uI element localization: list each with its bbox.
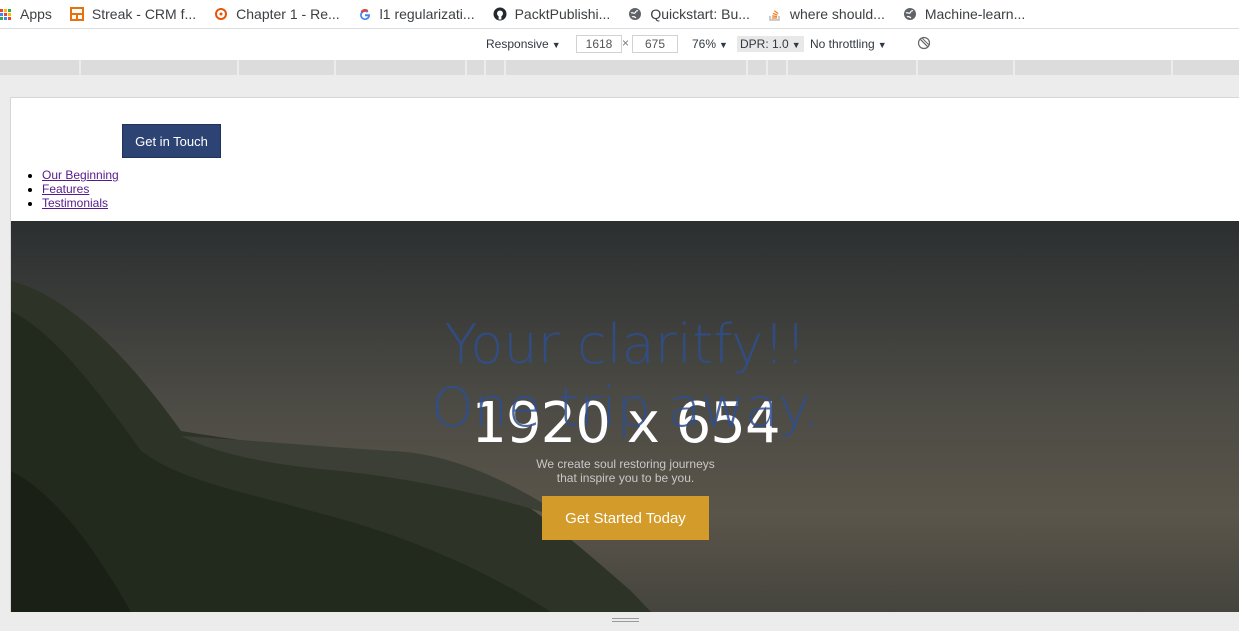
width-input[interactable]: 1618 xyxy=(576,35,622,53)
hero-title-line-1: Your claritfy!! xyxy=(444,313,807,376)
bookmark-streak[interactable]: Streak - CRM f... xyxy=(69,6,197,22)
dimension-separator: × xyxy=(622,36,630,50)
ruler-mark xyxy=(334,60,336,75)
ruler-mark xyxy=(1171,60,1173,75)
caret-down-icon: ▼ xyxy=(791,40,801,50)
ruler-mark xyxy=(746,60,748,75)
get-started-button[interactable]: Get Started Today xyxy=(542,496,709,540)
nav-item: Features xyxy=(42,182,119,196)
bookmark-github[interactable]: PacktPublishi... xyxy=(493,6,611,22)
bookmark-label: Streak - CRM f... xyxy=(91,6,197,22)
height-input[interactable]: 675 xyxy=(632,35,678,53)
bookmark-label: Apps xyxy=(20,6,52,22)
bookmark-apps[interactable]: Apps xyxy=(0,6,52,22)
zoom-select[interactable]: 76% ▼ xyxy=(692,37,728,51)
rotate-icon[interactable] xyxy=(917,36,931,53)
stackoverflow-icon xyxy=(768,7,782,21)
bookmark-machine-learning[interactable]: Machine-learn... xyxy=(903,6,1025,22)
hero-title-line-2: One trip away. xyxy=(431,376,820,439)
bookmark-label: l1 regularizati... xyxy=(379,6,475,22)
throttling-label: No throttling xyxy=(810,37,875,51)
caret-down-icon: ▼ xyxy=(719,40,728,50)
ruler-mark xyxy=(916,60,918,75)
ruler-mark xyxy=(504,60,506,75)
bookmark-stackoverflow[interactable]: where should... xyxy=(768,6,885,22)
ruler-mark xyxy=(237,60,239,75)
device-select[interactable]: Responsive ▼ xyxy=(486,37,561,51)
device-toolbar: Responsive ▼ 1618 × 675 76% ▼ DPR: 1.0 ▼ No… xyxy=(0,30,1239,58)
bookmark-label: Chapter 1 - Re... xyxy=(236,6,340,22)
nav-item: Our Beginning xyxy=(42,168,119,182)
bookmark-label: Quickstart: Bu... xyxy=(650,6,750,22)
nav-link-testimonials[interactable]: Testimonials xyxy=(42,196,108,210)
nav-item: Testimonials xyxy=(42,196,119,210)
throttling-select[interactable]: No throttling ▼ xyxy=(810,37,887,51)
device-label: Responsive xyxy=(486,37,549,51)
streak-icon xyxy=(69,7,84,21)
nav-link-features[interactable]: Features xyxy=(42,182,89,196)
nav-list: Our Beginning Features Testimonials xyxy=(24,168,119,210)
get-in-touch-button[interactable]: Get in Touch xyxy=(122,124,221,158)
emulated-viewport: Get in Touch Our Beginning Features Test… xyxy=(10,97,1239,612)
google-icon xyxy=(358,7,372,21)
dpr-label: DPR: 1.0 xyxy=(740,37,789,51)
globe-icon xyxy=(903,7,917,21)
globe-icon xyxy=(628,7,642,21)
hero-section: Your claritfy!! 1920 x 654 One trip away… xyxy=(11,221,1239,612)
ruler-mark xyxy=(79,60,81,75)
chapter-icon xyxy=(214,7,228,21)
hero-subtitle-line-2: that inspire you to be you. xyxy=(556,471,695,485)
bookmark-chapter[interactable]: Chapter 1 - Re... xyxy=(214,6,340,22)
dpr-select[interactable]: DPR: 1.0 ▼ xyxy=(737,36,804,52)
nav-link-our-beginning[interactable]: Our Beginning xyxy=(42,168,119,182)
ruler-mark xyxy=(465,60,467,75)
bookmark-label: where should... xyxy=(789,6,885,22)
apps-icon xyxy=(0,7,12,21)
media-query-ruler[interactable] xyxy=(0,60,1239,75)
bookmark-label: Machine-learn... xyxy=(924,6,1026,22)
ruler-mark xyxy=(786,60,788,75)
bookmark-quickstart[interactable]: Quickstart: Bu... xyxy=(628,6,750,22)
resize-handle[interactable] xyxy=(612,618,639,624)
zoom-label: 76% xyxy=(692,37,717,51)
ruler-mark xyxy=(1013,60,1015,75)
bookmark-label: PacktPublishi... xyxy=(514,6,611,22)
github-icon xyxy=(493,7,507,21)
bookmark-google[interactable]: l1 regularizati... xyxy=(358,6,475,22)
ruler-mark xyxy=(766,60,768,75)
hero-subtitle-line-1: We create soul restoring journeys xyxy=(536,457,715,471)
caret-down-icon: ▼ xyxy=(551,40,561,50)
ruler-mark xyxy=(484,60,486,75)
bookmarks-bar: Apps Streak - CRM f... Chapter 1 - Re...… xyxy=(0,0,1239,29)
caret-down-icon: ▼ xyxy=(877,40,887,50)
